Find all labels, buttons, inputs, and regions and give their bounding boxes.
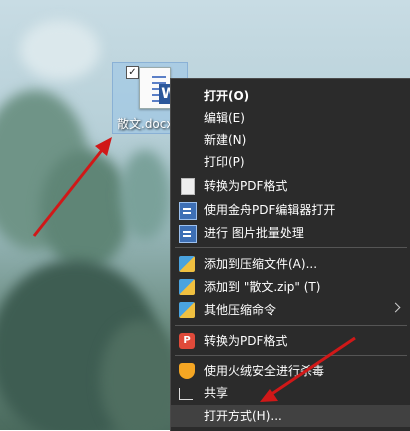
arrow-to-file — [32, 137, 112, 237]
arrow-to-open-with — [260, 336, 356, 402]
annotation-arrows — [32, 137, 356, 402]
